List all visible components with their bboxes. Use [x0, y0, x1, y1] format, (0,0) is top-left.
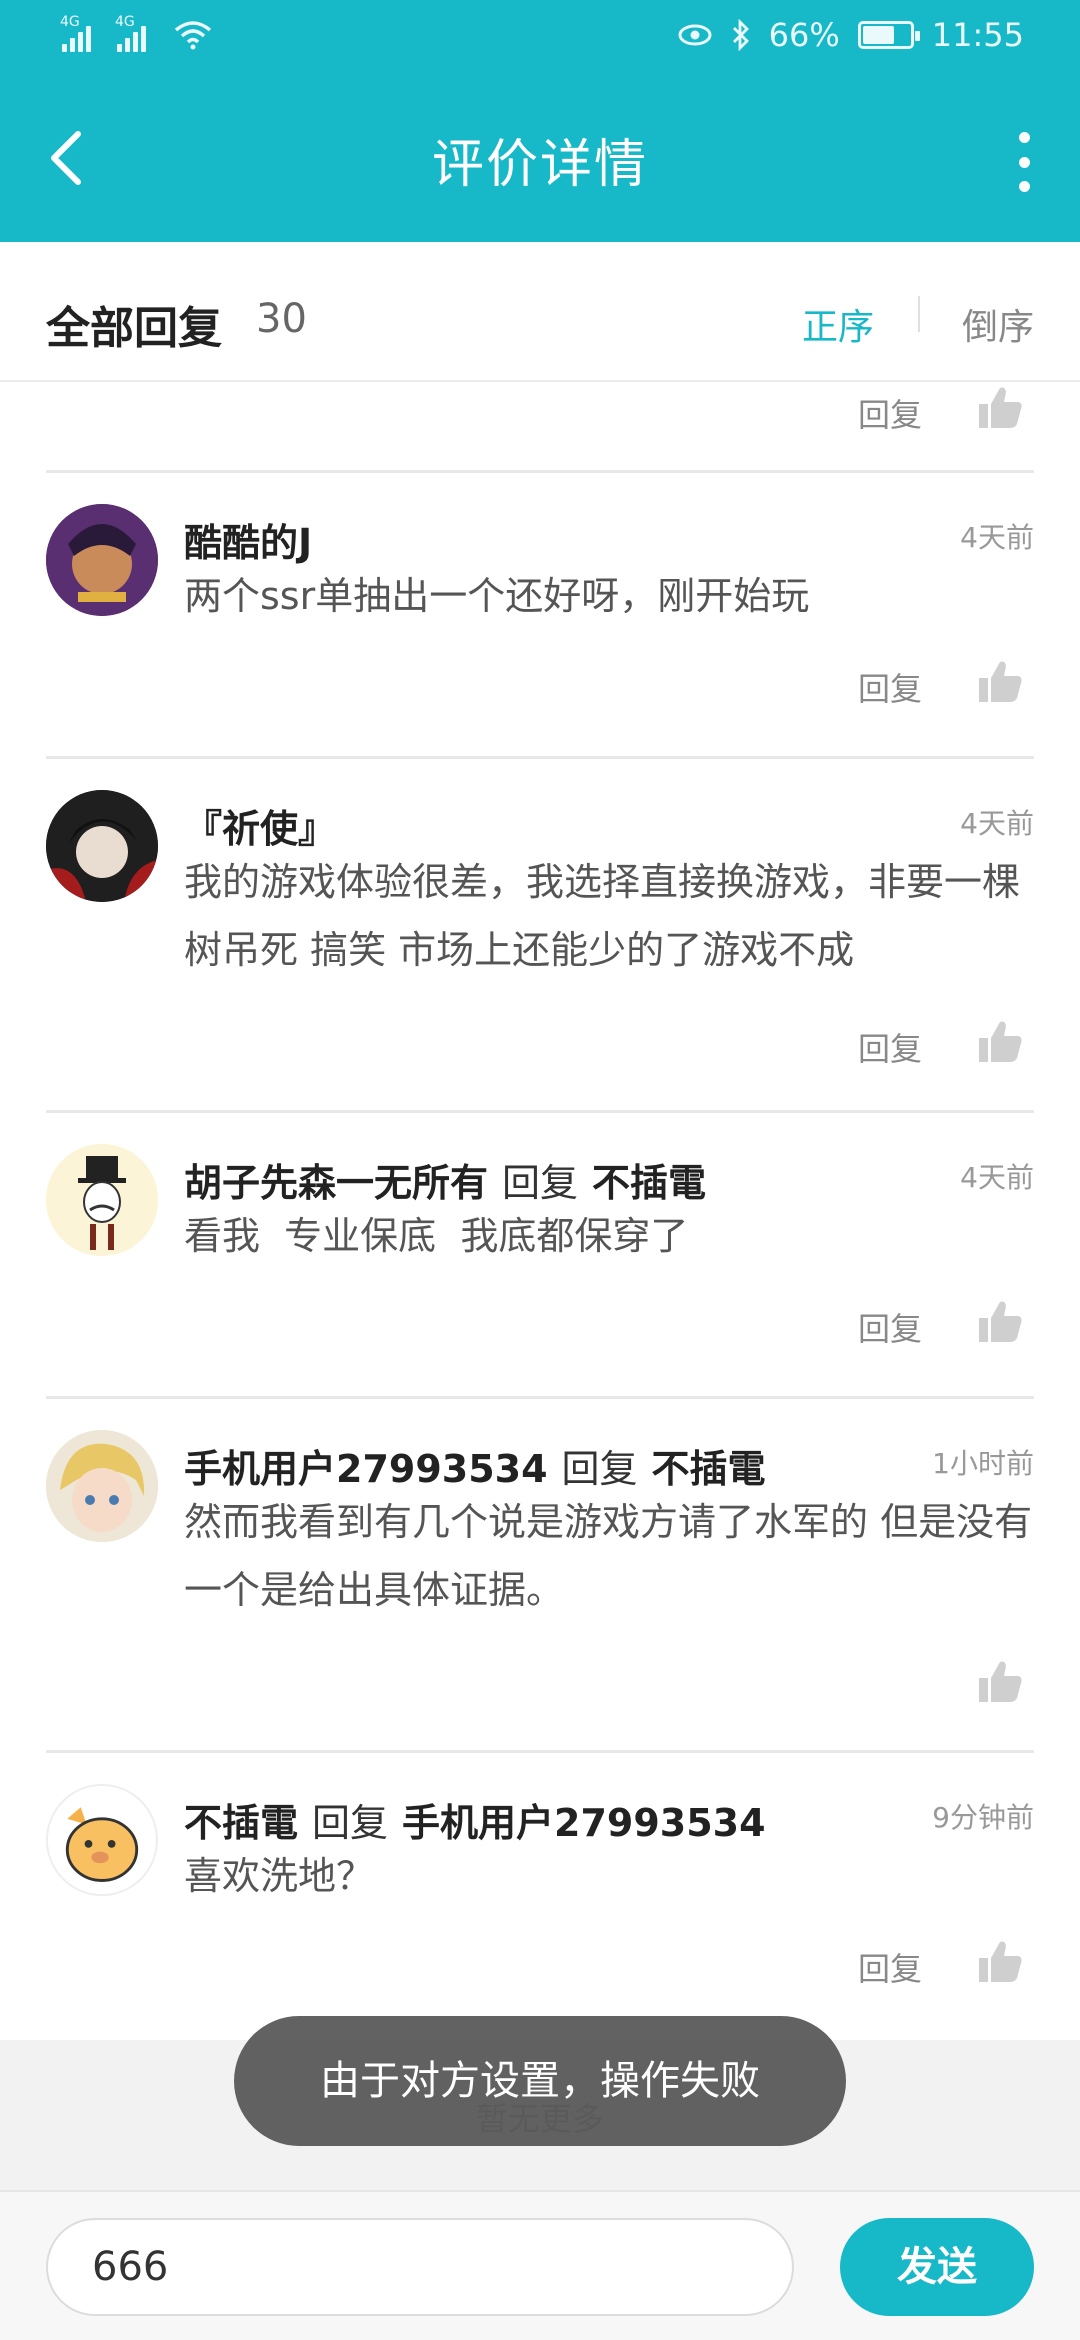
avatar[interactable] [46, 1430, 158, 1542]
comment-time: 4天前 [960, 807, 1034, 840]
comment-time: 4天前 [960, 521, 1034, 554]
send-button[interactable]: 发送 [840, 2218, 1034, 2316]
divider [46, 470, 1034, 473]
avatar[interactable] [46, 1784, 158, 1896]
comment-time: 1小时前 [932, 1447, 1034, 1480]
sort-ascending-tab[interactable]: 正序 [802, 298, 874, 350]
reply-button[interactable]: 回复 [858, 1024, 922, 1070]
reply-button[interactable]: 回复 [858, 1304, 922, 1350]
divider [46, 1750, 1034, 1753]
avatar[interactable] [46, 790, 158, 902]
reply-input[interactable] [46, 2218, 794, 2316]
bluetooth-icon [732, 19, 749, 51]
comment-time: 9分钟前 [932, 1801, 1034, 1834]
more-menu-button[interactable] [1012, 132, 1036, 192]
sort-descending-tab[interactable]: 倒序 [962, 298, 1034, 350]
status-left: 4G 4G [60, 14, 214, 52]
replies-count: 30 [256, 296, 307, 342]
reply-button[interactable]: 回复 [858, 1944, 922, 1990]
replies-title: 全部回复 [46, 303, 222, 354]
comment-text: 两个ssr单抽出一个还好呀，刚开始玩 [184, 574, 810, 618]
comment-author: 酷酷的J [184, 521, 313, 565]
battery-icon [857, 21, 920, 49]
clock: 11:55 [931, 16, 1024, 54]
app-header: 4G 4G 66% 11:55 评价详情 [0, 0, 1080, 242]
thumbs-up-icon[interactable] [975, 1016, 1025, 1066]
comment-text: 然而我看到有几个说是游戏方请了水军的 但是没有一个是给出具体证据。 [184, 1500, 1033, 1612]
reply-button[interactable]: 回复 [858, 664, 922, 710]
status-bar: 4G 4G 66% 11:55 [0, 0, 1080, 72]
status-right: 66% 11:55 [677, 16, 1024, 54]
avatar[interactable] [46, 1144, 158, 1256]
comment-author: 胡子先森一无所有 回复 不插電 [184, 1161, 707, 1205]
divider [46, 756, 1034, 759]
wifi-icon [172, 18, 214, 52]
thumbs-up-icon[interactable] [975, 1936, 1025, 1986]
cell-signal-icon: 4G [60, 14, 91, 52]
thumbs-up-icon[interactable] [975, 1656, 1025, 1706]
comment-author: 『祈使』 [184, 807, 337, 851]
eye-icon [678, 24, 712, 46]
reply-button[interactable]: 回复 [858, 390, 922, 436]
thumbs-up-icon[interactable] [975, 1296, 1025, 1346]
comment-list[interactable]: 回复 酷酷的J 4天前 两个ssr单抽出一个还好呀，刚开始玩 回复 『祈使』 4… [0, 382, 1080, 2040]
page-title: 评价详情 [431, 135, 648, 195]
toast-message: 由于对方设置，操作失败 [234, 2016, 846, 2146]
cell-signal-icon: 4G [115, 14, 146, 52]
battery-percent: 66% [768, 16, 840, 54]
comment-time: 4天前 [960, 1161, 1034, 1194]
more-dots-icon [1018, 132, 1030, 143]
comment-text: 我的游戏体验很差，我选择直接换游戏，非要一棵树吊死 搞笑 市场上还能少的了游戏不… [184, 860, 1021, 972]
comment-author: 不插電 回复 手机用户27993534 [184, 1801, 766, 1845]
comment-text: 喜欢洗地？ [184, 1854, 375, 1898]
divider [46, 1110, 1034, 1113]
thumbs-up-icon[interactable] [975, 382, 1025, 432]
comment-author: 手机用户27993534 回复 不插電 [184, 1447, 766, 1491]
divider [46, 1396, 1034, 1399]
reply-input-bar: 发送 [0, 2190, 1080, 2340]
replies-header: 全部回复 30 正序 倒序 [0, 242, 1080, 382]
avatar[interactable] [46, 504, 158, 616]
thumbs-up-icon[interactable] [975, 656, 1025, 706]
sort-divider [918, 296, 920, 332]
comment-text: 看我 专业保底 我底都保穿了 [184, 1214, 689, 1258]
